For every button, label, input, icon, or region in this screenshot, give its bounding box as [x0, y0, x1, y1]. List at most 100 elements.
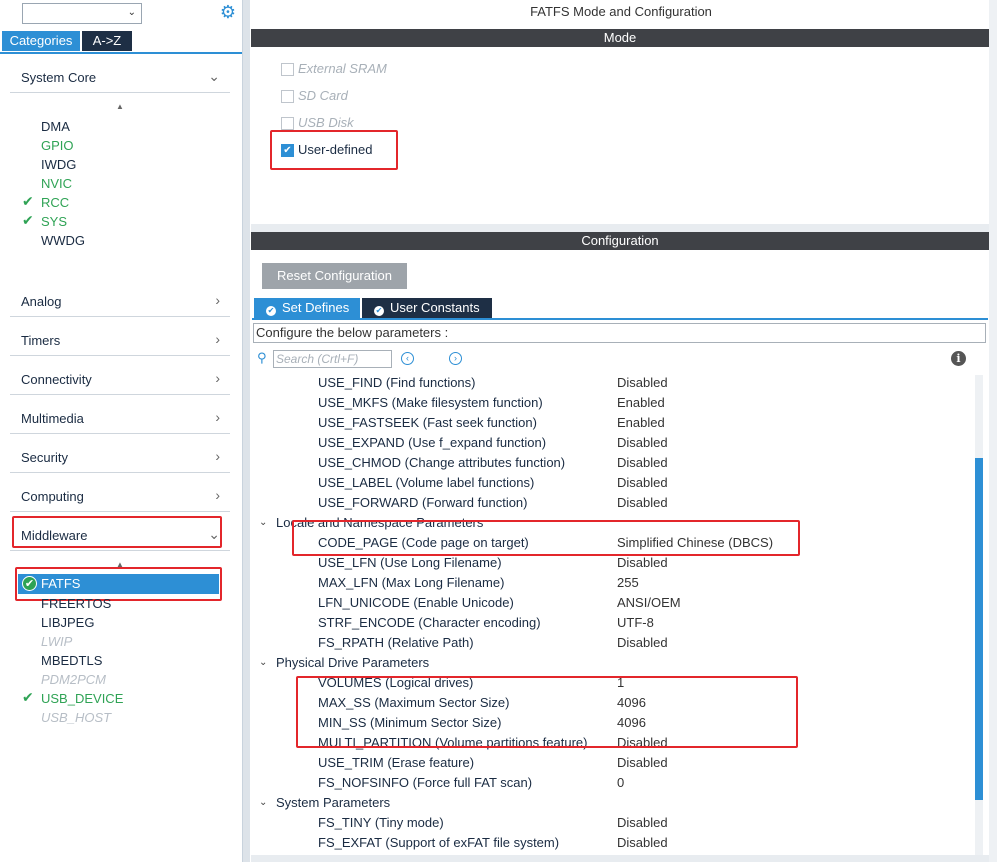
category-multimedia[interactable]: Multimedia › [10, 409, 230, 434]
left-panel-scrollbar[interactable] [243, 0, 250, 862]
param-value[interactable]: 255 [617, 573, 639, 593]
checkbox-external-sram[interactable] [281, 63, 294, 76]
reset-configuration-button[interactable]: Reset Configuration [262, 263, 407, 289]
param-name: MAX_LFN (Max Long Filename) [318, 575, 505, 590]
category-label: Connectivity [21, 372, 92, 387]
list-item-libjpeg[interactable]: LIBJPEG [41, 613, 94, 632]
chevron-down-icon[interactable]: ⌄ [128, 7, 136, 18]
checkbox-usb-disk[interactable] [281, 117, 294, 130]
category-computing[interactable]: Computing › [10, 487, 230, 512]
category-label: Multimedia [21, 411, 84, 426]
category-label: Analog [21, 294, 62, 309]
chevron-right-icon: › [215, 448, 220, 464]
chevron-down-icon: ⌄ [208, 68, 220, 84]
params-scrollbar-thumb[interactable] [975, 458, 983, 800]
param-name: FS_NOFSINFO (Force full FAT scan) [318, 775, 533, 790]
gear-icon[interactable]: ⚙ [219, 3, 237, 21]
highlight-box [292, 520, 800, 556]
tab-categories[interactable]: Categories [2, 31, 80, 51]
group-system-parameters[interactable]: System Parameters [276, 793, 390, 813]
param-search-input[interactable]: Search (Crtl+F) [273, 350, 392, 368]
list-item-rcc[interactable]: RCC [41, 193, 69, 212]
param-value[interactable]: Disabled [617, 473, 668, 493]
param-value[interactable]: ANSI/OEM [617, 593, 681, 613]
next-icon[interactable]: › [449, 352, 462, 365]
checkbox-sd-card[interactable] [281, 90, 294, 103]
chevron-down-icon[interactable]: ⌄ [259, 797, 267, 808]
chevron-down-icon[interactable]: ⌄ [259, 657, 267, 668]
category-system-core[interactable]: System Core ⌄ [10, 68, 230, 93]
category-connectivity[interactable]: Connectivity › [10, 370, 230, 395]
tab-user-constants[interactable]: ✔ User Constants [362, 298, 492, 318]
check-circle-icon: ✔ [266, 306, 276, 316]
prev-icon[interactable]: ‹ [401, 352, 414, 365]
param-value[interactable]: UTF-8 [617, 613, 654, 633]
param-value[interactable]: Disabled [617, 433, 668, 453]
param-value[interactable]: Disabled [617, 753, 668, 773]
tab-a-z[interactable]: A->Z [82, 31, 132, 51]
category-timers[interactable]: Timers › [10, 331, 230, 356]
param-name: USE_EXPAND (Use f_expand function) [318, 435, 547, 450]
bottom-edge [251, 855, 989, 862]
info-icon[interactable]: i [951, 351, 966, 366]
list-item-iwdg[interactable]: IWDG [41, 155, 76, 174]
param-value[interactable]: 0 [617, 773, 624, 793]
param-name: LFN_UNICODE (Enable Unicode) [318, 595, 514, 610]
param-value[interactable]: Enabled [617, 393, 665, 413]
param-name: USE_FASTSEEK (Fast seek function) [318, 415, 537, 430]
tab-label: User Constants [390, 300, 480, 315]
param-value[interactable]: Disabled [617, 373, 668, 393]
param-name: STRF_ENCODE (Character encoding) [318, 615, 541, 630]
panel-divider[interactable] [251, 224, 989, 232]
tab-set-defines[interactable]: ✔ Set Defines [254, 298, 360, 318]
chevron-right-icon: › [215, 292, 220, 308]
chevron-right-icon: › [215, 331, 220, 347]
mode-label: External SRAM [298, 61, 387, 76]
category-label: System Core [21, 70, 97, 85]
list-item-usb-host: USB_HOST [41, 710, 112, 725]
chevron-down-icon[interactable]: ⌄ [259, 517, 267, 528]
chevron-right-icon: › [215, 487, 220, 503]
check-icon: ✔ [22, 193, 34, 209]
list-item-lwip: LWIP [41, 634, 73, 649]
group-physical-drive[interactable]: Physical Drive Parameters [276, 653, 429, 673]
param-value[interactable]: Disabled [617, 453, 668, 473]
list-item-gpio[interactable]: GPIO [41, 136, 74, 155]
highlight-box [270, 130, 398, 170]
param-value[interactable]: Disabled [617, 833, 668, 853]
list-item-freertos[interactable]: FREERTOS [41, 594, 111, 613]
list-item-dma[interactable]: DMA [41, 117, 70, 136]
param-name: USE_FORWARD (Forward function) [318, 495, 528, 510]
check-icon: ✔ [22, 212, 34, 228]
list-item-usb-device[interactable]: USB_DEVICE [41, 689, 123, 708]
param-value[interactable]: Disabled [617, 493, 668, 513]
window-edge [989, 0, 997, 862]
chevron-right-icon: › [215, 409, 220, 425]
list-item-wwdg[interactable]: WWDG [41, 231, 85, 250]
param-value[interactable]: Disabled [617, 633, 668, 653]
check-circle-icon: ✔ [374, 306, 384, 316]
param-name: USE_MKFS (Make filesystem function) [318, 395, 543, 410]
category-security[interactable]: Security › [10, 448, 230, 473]
scroll-up-icon[interactable]: ▲ [116, 102, 124, 111]
category-label: Timers [21, 333, 61, 348]
param-name: USE_LFN (Use Long Filename) [318, 555, 502, 570]
configure-label: Configure the below parameters : [253, 323, 986, 343]
category-analog[interactable]: Analog › [10, 292, 230, 317]
param-value[interactable]: Disabled [617, 813, 668, 833]
check-icon: ✔ [22, 689, 34, 705]
param-value[interactable]: Enabled [617, 413, 665, 433]
param-name: USE_LABEL (Volume label functions) [318, 475, 535, 490]
param-name: USE_TRIM (Erase feature) [318, 755, 475, 770]
param-value[interactable]: Disabled [617, 553, 668, 573]
mode-label: USB Disk [298, 115, 354, 130]
page-title: FATFS Mode and Configuration [530, 4, 712, 19]
list-item-nvic[interactable]: NVIC [41, 174, 72, 193]
list-item-mbedtls[interactable]: MBEDTLS [41, 651, 102, 670]
mode-header: Mode [251, 29, 989, 47]
configuration-header: Configuration [251, 232, 989, 250]
list-item-sys[interactable]: SYS [41, 212, 67, 231]
category-label: Security [21, 450, 68, 465]
category-search-combo[interactable]: ⌄ [22, 3, 142, 24]
param-name: USE_FIND (Find functions) [318, 375, 476, 390]
